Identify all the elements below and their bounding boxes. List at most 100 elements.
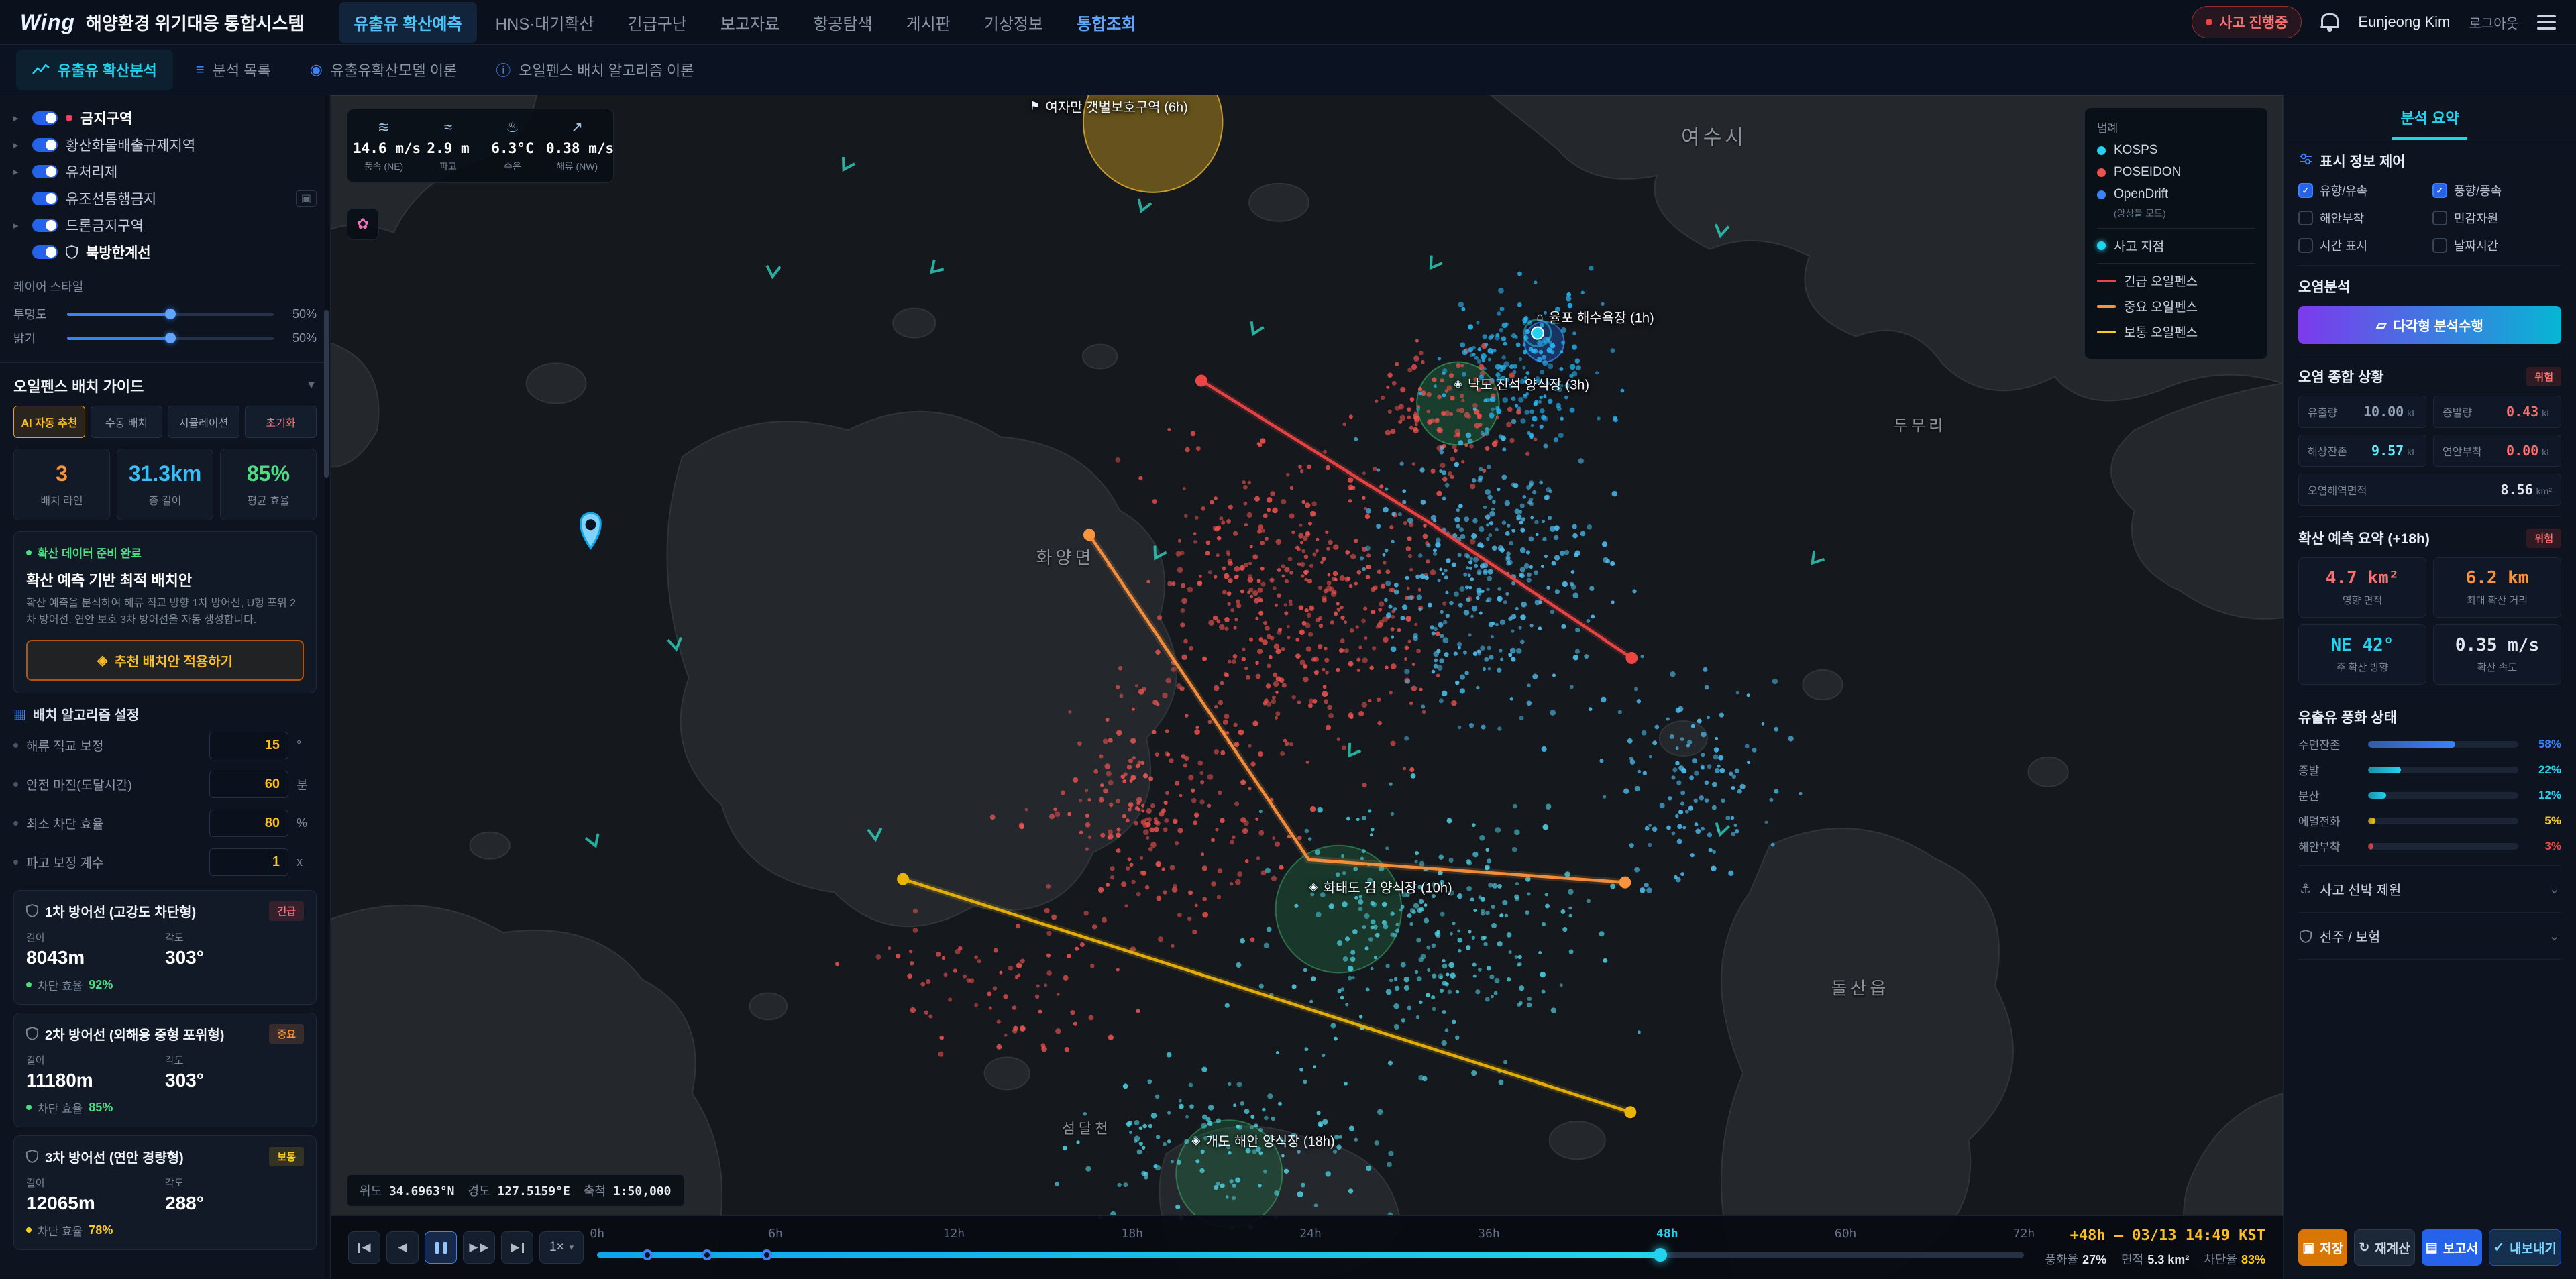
tab-분석 목록[interactable]: ≡분석 목록 <box>180 50 287 90</box>
mode-button-초기화[interactable]: 초기화 <box>245 406 317 438</box>
nav-item-항공탐색[interactable]: 항공탐색 <box>798 2 887 43</box>
forecast-value: 6.2 km <box>2439 568 2555 588</box>
weather-item-수온: ♨6.3°C수온 <box>482 119 543 173</box>
skip-start-button[interactable]: ◀ <box>348 1231 380 1264</box>
speed-selector[interactable]: 1× ▾ <box>539 1231 584 1264</box>
layer-toggle[interactable] <box>32 219 58 232</box>
checkbox-풍향/풍속[interactable]: ✓풍향/풍속 <box>2432 182 2561 199</box>
pause-button[interactable] <box>425 1231 457 1264</box>
tab-유출유 확산분석[interactable]: 유출유 확산분석 <box>16 50 173 90</box>
sidebar-scrollbar[interactable] <box>325 95 329 1279</box>
checkbox-민감자원[interactable]: 민감자원 <box>2432 209 2561 227</box>
timeline-event-marker[interactable] <box>642 1249 653 1260</box>
mode-button-시뮬레이션[interactable]: 시뮬레이션 <box>168 406 239 438</box>
chevron-right-icon: ▸ <box>13 139 24 151</box>
timeline-event-marker[interactable] <box>702 1249 712 1260</box>
anchor-icon: ⚓ <box>2300 881 2312 897</box>
checkbox-유향/유속[interactable]: ✓유향/유속 <box>2298 182 2427 199</box>
tab-analysis-summary[interactable]: 분석 요약 <box>2392 95 2467 140</box>
apply-plan-button[interactable]: ◈ 추천 배치안 적용하기 <box>26 640 304 681</box>
logout-button[interactable]: 로그아웃 <box>2469 13 2518 32</box>
setting-input[interactable]: 15 <box>209 732 288 759</box>
setting-input[interactable]: 60 <box>209 771 288 798</box>
slider-track[interactable] <box>67 313 274 316</box>
저장-button[interactable]: ▣저장 <box>2298 1229 2347 1266</box>
place-label-화양면: 화양면 <box>1036 545 1095 569</box>
map-canvas[interactable] <box>331 95 2283 1279</box>
fast-forward-button[interactable]: ▶▶ <box>463 1231 495 1264</box>
navbar-right: 사고 진행중 Eunjeong Kim 로그아웃 <box>2192 6 2556 38</box>
stat-value: 83% <box>2241 1253 2265 1266</box>
facility-text: 화태도 김 양식장 (10h) <box>1323 877 1452 897</box>
pollution-row-오염해역면적: 오염해역면적8.56km² <box>2298 474 2561 506</box>
mode-button-수동 배치[interactable]: 수동 배치 <box>91 406 162 438</box>
setting-최소 차단 효율: 최소 차단 효율80% <box>13 804 317 843</box>
section-선주 / 보험[interactable]: 선주 / 보험⌄ <box>2298 913 2561 960</box>
nav-item-통합조회[interactable]: 통합조회 <box>1062 2 1150 43</box>
pollution-analysis-section: 오염분석 ▱ 다각형 분석수행 <box>2298 266 2561 355</box>
timeline-playhead[interactable] <box>1654 1248 1667 1262</box>
timeline-event-marker[interactable] <box>761 1249 772 1260</box>
timeline-track[interactable] <box>597 1252 2024 1258</box>
chevron-down-icon: ▾ <box>570 1242 574 1253</box>
fence-label: 긴급 오일펜스 <box>2124 272 2198 290</box>
sub-tabbar: 유출유 확산분석≡분석 목록◉유출유확산모델 이론ⓘ오일펜스 배치 알고리즘 이… <box>0 45 2576 95</box>
efficiency-row: 차단 효율85% <box>26 1099 304 1116</box>
layer-toggle[interactable] <box>32 138 58 152</box>
metric-value: 303° <box>165 1070 304 1091</box>
nav-item-긴급구난[interactable]: 긴급구난 <box>613 2 702 43</box>
efficiency-row: 차단 효율92% <box>26 977 304 993</box>
nav-item-보고자료[interactable]: 보고자료 <box>706 2 794 43</box>
polygon-analysis-button[interactable]: ▱ 다각형 분석수행 <box>2298 306 2561 344</box>
layer-row-유처리제[interactable]: ▸유처리제 <box>13 158 317 185</box>
map-view[interactable]: ≋14.6 m/s풍속 (NE)≈2.9 m파고♨6.3°C수온↗0.38 m/… <box>331 95 2283 1279</box>
내보내기-button[interactable]: ✓내보내기 <box>2489 1229 2561 1266</box>
defense-line-card[interactable]: 2차 방어선 (외해용 중형 포위형)중요길이11180m각도303°차단 효율… <box>13 1013 317 1127</box>
layer-toggle[interactable] <box>32 245 58 259</box>
analysis-panel-header: 분석 요약 <box>2284 95 2576 140</box>
layer-options-icon[interactable]: ▣ <box>296 190 317 207</box>
nav-item-유출유 확산예측[interactable]: 유출유 확산예측 <box>339 2 476 43</box>
slider-knob[interactable] <box>165 333 176 343</box>
menu-icon[interactable] <box>2537 15 2556 30</box>
defense-title: 3차 방어선 (연안 경량형) <box>45 1147 184 1166</box>
nav-item-기상정보[interactable]: 기상정보 <box>969 2 1058 43</box>
wildlife-layer-button[interactable]: ✿ <box>347 208 379 240</box>
fence-guide-header[interactable]: 오일펜스 배치 가이드 ▼ <box>13 375 317 396</box>
mode-button-AI 자동 추천[interactable]: AI 자동 추천 <box>13 406 85 438</box>
defense-line-card[interactable]: 3차 방어선 (연안 경량형)보통길이12065m각도288°차단 효율78% <box>13 1135 317 1250</box>
보고서-button[interactable]: ▤보고서 <box>2422 1229 2482 1266</box>
defense-line-card[interactable]: 1차 방어선 (고강도 차단형)긴급길이8043m각도303°차단 효율92% <box>13 890 317 1005</box>
nav-item-게시판[interactable]: 게시판 <box>892 2 965 43</box>
layer-row-금지구역[interactable]: ▸금지구역 <box>13 105 317 131</box>
checkbox-해안부착[interactable]: 해안부착 <box>2298 209 2427 227</box>
layer-row-드론금지구역[interactable]: ▸드론금지구역 <box>13 212 317 239</box>
weathering-label: 에멀전화 <box>2298 812 2360 829</box>
legend-fences: 긴급 오일펜스중요 오일펜스보통 오일펜스 <box>2097 272 2255 341</box>
layer-toggle[interactable] <box>32 111 58 125</box>
step-back-button[interactable]: ◀ <box>386 1231 419 1264</box>
slider-track[interactable] <box>67 337 274 340</box>
checkbox-시간 표시[interactable]: 시간 표시 <box>2298 237 2427 254</box>
layer-row-황산화물배출규제지역[interactable]: ▸황산화물배출규제지역 <box>13 131 317 158</box>
incident-status-badge[interactable]: 사고 진행중 <box>2192 6 2302 38</box>
forecast-label: 영향 면적 <box>2304 593 2420 607</box>
layer-toggle[interactable] <box>32 192 58 205</box>
layer-toggle[interactable] <box>32 165 58 178</box>
setting-input[interactable]: 1 <box>209 848 288 876</box>
section-사고 선박 제원[interactable]: ⚓사고 선박 제원⌄ <box>2298 866 2561 913</box>
current-time-label: +48h — 03/13 14:49 KST <box>2070 1227 2265 1244</box>
nav-item-HNS·대기확산[interactable]: HNS·대기확산 <box>481 2 609 43</box>
setting-input[interactable]: 80 <box>209 810 288 837</box>
tab-오일펜스 배치 알고리즘 이론[interactable]: ⓘ오일펜스 배치 알고리즘 이론 <box>480 50 710 90</box>
slider-knob[interactable] <box>165 309 176 319</box>
layer-row-북방한계선[interactable]: 북방한계선 <box>13 239 317 266</box>
checkbox-날짜시간[interactable]: 날짜시간 <box>2432 237 2561 254</box>
tab-유출유확산모델 이론[interactable]: ◉유출유확산모델 이론 <box>294 50 473 90</box>
layer-row-유조선통행금지[interactable]: 유조선통행금지▣ <box>13 185 317 212</box>
slider-value: 50% <box>283 331 317 345</box>
scrollbar-thumb[interactable] <box>324 310 329 478</box>
재계산-button[interactable]: ↻재계산 <box>2354 1229 2414 1266</box>
skip-end-button[interactable]: ▶ <box>501 1231 533 1264</box>
notification-bell-icon[interactable] <box>2320 13 2339 32</box>
